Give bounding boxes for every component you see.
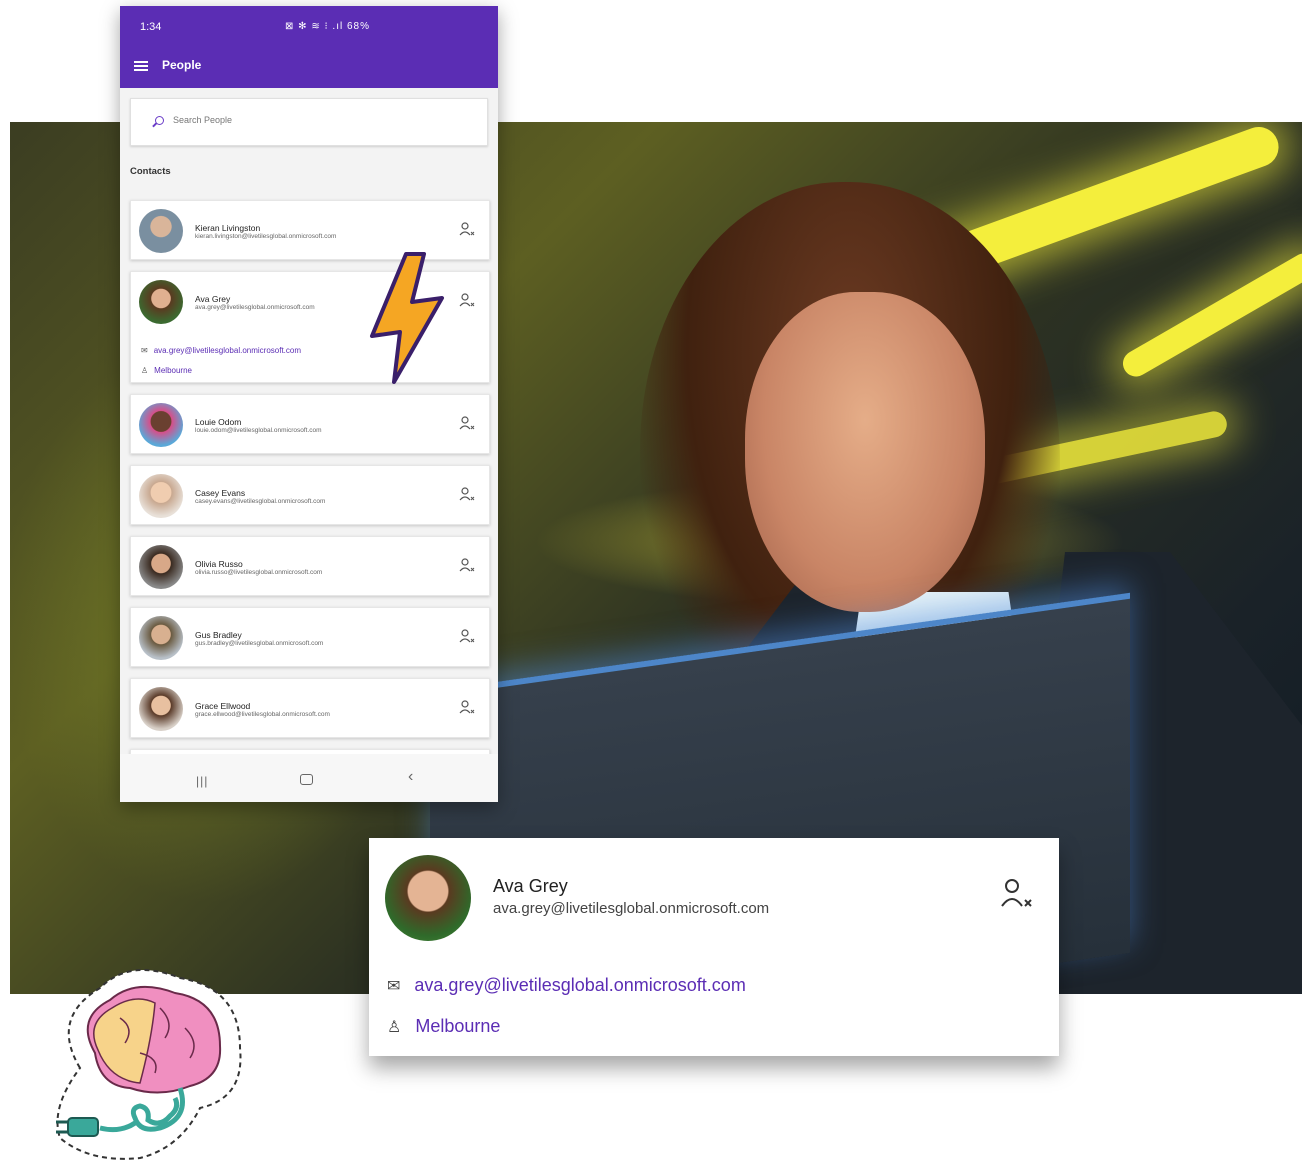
contact-email: louie.odom@livetilesglobal.onmicrosoft.c…	[195, 427, 322, 434]
avatar	[139, 474, 183, 518]
home-button[interactable]	[300, 774, 313, 785]
contact-card[interactable]: Olivia Russo olivia.russo@livetilesgloba…	[130, 536, 490, 596]
person-remove-icon[interactable]	[459, 628, 475, 644]
contact-name: Louie Odom	[195, 417, 242, 427]
status-time: 1:34	[140, 21, 162, 33]
search-icon	[155, 116, 164, 125]
contact-name: Ava Grey	[493, 876, 568, 896]
detail-email-link[interactable]: ✉ ava.grey@livetilesglobal.onmicrosoft.co…	[387, 975, 746, 996]
person-remove-icon[interactable]	[459, 292, 475, 308]
person-remove-icon[interactable]	[459, 486, 475, 502]
contact-card[interactable]: Gus Bradley gus.bradley@livetilesglobal.…	[130, 607, 490, 667]
contact-detail-location[interactable]: ♙ Melbourne	[141, 366, 192, 375]
woman-face	[745, 292, 985, 612]
detail-location-text: Melbourne	[154, 366, 192, 375]
contact-email: olivia.russo@livetilesglobal.onmicrosoft…	[195, 569, 323, 576]
mail-icon: ✉	[387, 978, 401, 995]
contact-name: Olivia Russo	[195, 559, 243, 569]
page-title: People	[162, 58, 202, 72]
person-remove-icon[interactable]	[459, 221, 475, 237]
contact-detail-email[interactable]: ✉ ava.grey@livetilesglobal.onmicrosoft.co…	[141, 346, 301, 355]
contact-card[interactable]: Casey Evans casey.evans@livetilesglobal.…	[130, 465, 490, 525]
avatar	[139, 687, 183, 731]
avatar	[385, 855, 471, 941]
contacts-heading: Contacts	[130, 166, 171, 177]
contact-card[interactable]: Louie Odom louie.odom@livetilesglobal.on…	[130, 394, 490, 454]
contact-name: Ava Grey	[195, 294, 231, 304]
contact-detail-callout: Ava Grey ava.grey@livetilesglobal.onmicr…	[369, 838, 1059, 1056]
detail-location-text: Melbourne	[415, 1016, 501, 1036]
contact-email: casey.evans@livetilesglobal.onmicrosoft.…	[195, 498, 326, 505]
hamburger-menu-icon[interactable]	[134, 61, 148, 71]
neon-light	[1118, 248, 1302, 382]
avatar	[139, 545, 183, 589]
location-icon: ♙	[141, 366, 149, 375]
search-input[interactable]: Search People	[130, 98, 488, 146]
person-remove-icon[interactable]	[459, 699, 475, 715]
app-bar: 1:34 ⊠ ✻ ≋ ⁝ .ıl 68% People	[120, 6, 498, 88]
contact-email: kieran.livingston@livetilesglobal.onmicr…	[195, 233, 337, 240]
person-remove-icon[interactable]	[999, 876, 1033, 910]
recent-apps-button[interactable]: |||	[196, 774, 208, 788]
location-icon: ♙	[387, 1019, 402, 1036]
avatar	[139, 616, 183, 660]
search-placeholder: Search People	[173, 115, 233, 125]
mail-icon: ✉	[141, 346, 148, 355]
back-button[interactable]: ‹	[408, 768, 413, 786]
avatar	[139, 280, 183, 324]
contact-name: Casey Evans	[195, 488, 246, 498]
person-remove-icon[interactable]	[459, 557, 475, 573]
brain-plug-sticker-icon	[56, 969, 242, 1160]
contact-card[interactable]: Grace Ellwood grace.ellwood@livetilesglo…	[130, 678, 490, 738]
detail-email-text: ava.grey@livetilesglobal.onmicrosoft.com	[414, 975, 746, 995]
avatar	[139, 403, 183, 447]
android-nav-bar: ||| ‹	[120, 754, 498, 802]
status-icons: ⊠ ✻ ≋ ⁝ .ıl 68%	[285, 21, 370, 32]
contact-name: Gus Bradley	[195, 630, 242, 640]
detail-email-text: ava.grey@livetilesglobal.onmicrosoft.com	[153, 346, 301, 355]
contact-email: ava.grey@livetilesglobal.onmicrosoft.com	[493, 900, 770, 917]
contact-name: Kieran Livingston	[195, 223, 261, 233]
person-remove-icon[interactable]	[459, 415, 475, 431]
contact-email: gus.bradley@livetilesglobal.onmicrosoft.…	[195, 640, 324, 647]
lightning-bolt-icon	[370, 252, 444, 384]
contact-name: Grace Ellwood	[195, 701, 251, 711]
contact-email: ava.grey@livetilesglobal.onmicrosoft.com	[195, 304, 315, 311]
phone-screen: 1:34 ⊠ ✻ ≋ ⁝ .ıl 68% People Search Peopl…	[120, 6, 498, 802]
contact-email: grace.ellwood@livetilesglobal.onmicrosof…	[195, 711, 330, 718]
avatar	[139, 209, 183, 253]
detail-location-link[interactable]: ♙ Melbourne	[387, 1016, 500, 1037]
